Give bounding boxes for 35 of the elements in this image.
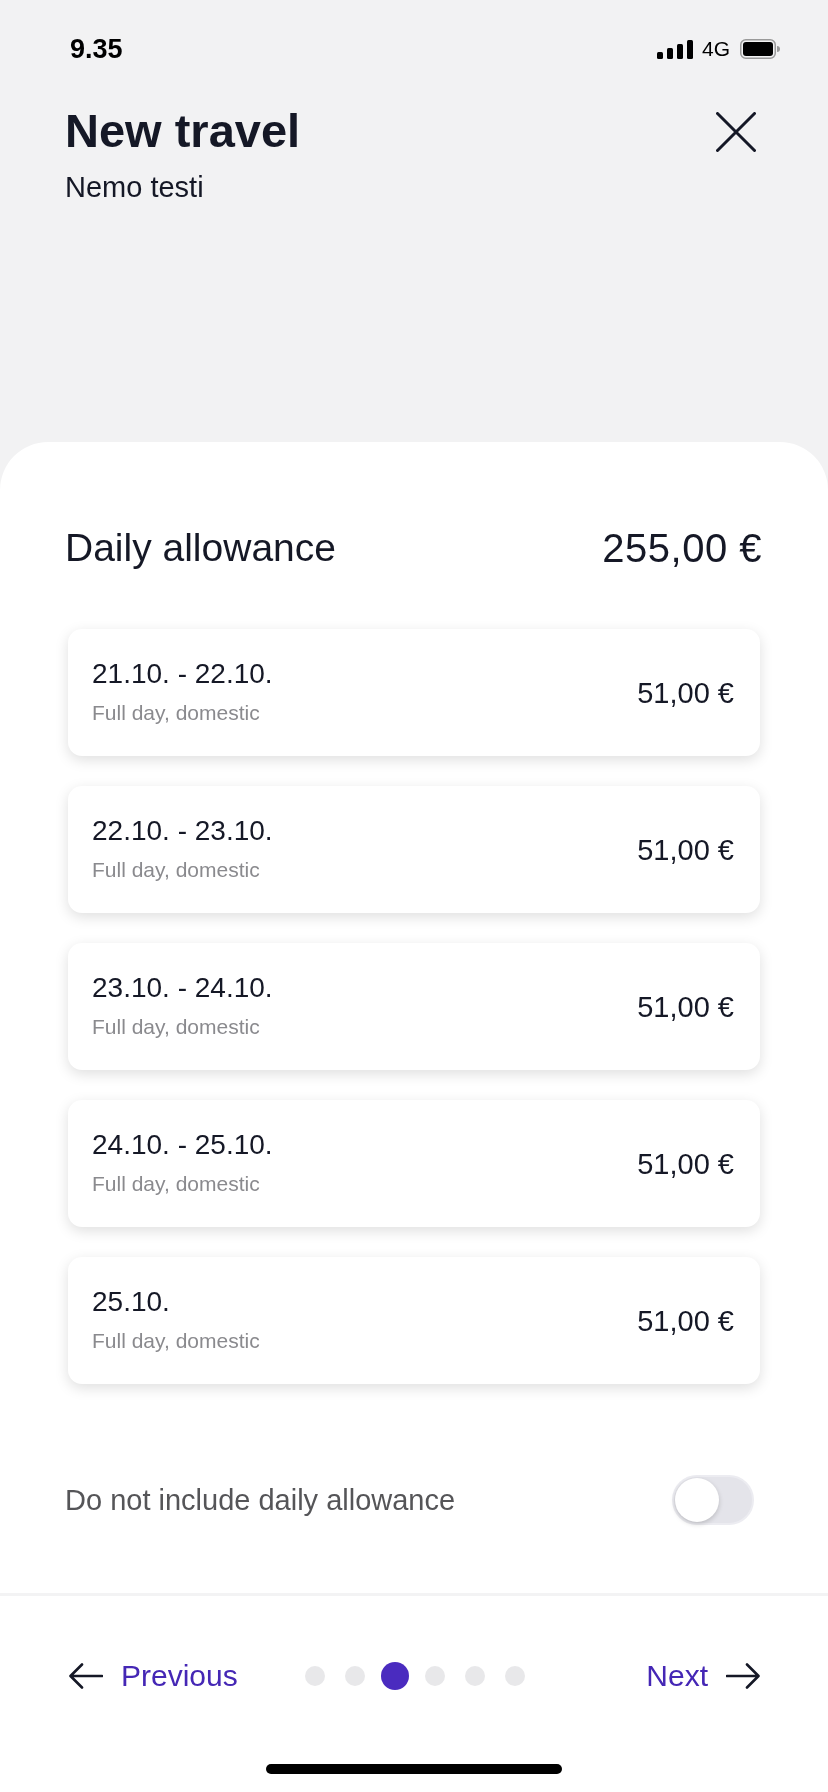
day-type: Full day, domestic [92, 1328, 260, 1354]
next-button[interactable]: Next [646, 1656, 760, 1696]
day-type: Full day, domestic [92, 700, 261, 726]
day-type: Full day, domestic [92, 1171, 261, 1197]
allowance-card[interactable]: 25.10. Full day, domestic 51,00 € [68, 1257, 760, 1384]
day-type: Full day, domestic [92, 1014, 261, 1040]
page-subtitle: Nemo testi [65, 170, 205, 204]
page-title: New travel [65, 104, 301, 158]
status-time: 9.35 [70, 33, 123, 66]
previous-button[interactable]: Previous [69, 1656, 238, 1696]
arrow-left-icon [69, 1663, 103, 1689]
day-type: Full day, domestic [92, 857, 261, 883]
allowance-card[interactable]: 24.10. - 25.10. Full day, domestic 51,00 € [68, 1100, 760, 1227]
allowance-card[interactable]: 22.10. - 23.10. Full day, domestic 51,00 € [68, 786, 760, 913]
day-amount: 51,00 € [637, 675, 734, 710]
day-amount: 51,00 € [637, 1303, 734, 1338]
section-title: Daily allowance [65, 525, 336, 571]
day-amount: 51,00 € [637, 832, 734, 867]
day-amount: 51,00 € [637, 1146, 734, 1181]
day-dates: 23.10. - 24.10. [92, 972, 273, 1004]
day-dates: 24.10. - 25.10. [92, 1129, 273, 1161]
signal-icon [657, 39, 694, 59]
day-dates: 25.10. [92, 1286, 171, 1318]
day-amount: 51,00 € [637, 989, 734, 1024]
toggle-label: Do not include daily allowance [65, 1483, 456, 1518]
network-label: 4G [702, 37, 730, 61]
toggle-switch[interactable] [672, 1475, 754, 1525]
allowance-card[interactable]: 23.10. - 24.10. Full day, domestic 51,00 € [68, 943, 760, 1070]
arrow-right-icon [726, 1663, 760, 1689]
battery-icon [740, 39, 780, 59]
day-dates: 21.10. - 22.10. [92, 658, 273, 690]
allowance-card[interactable]: 21.10. - 22.10. Full day, domestic 51,00 € [68, 629, 760, 756]
total-amount: 255,00 € [602, 525, 762, 572]
close-icon[interactable] [716, 112, 756, 152]
day-dates: 22.10. - 23.10. [92, 815, 273, 847]
